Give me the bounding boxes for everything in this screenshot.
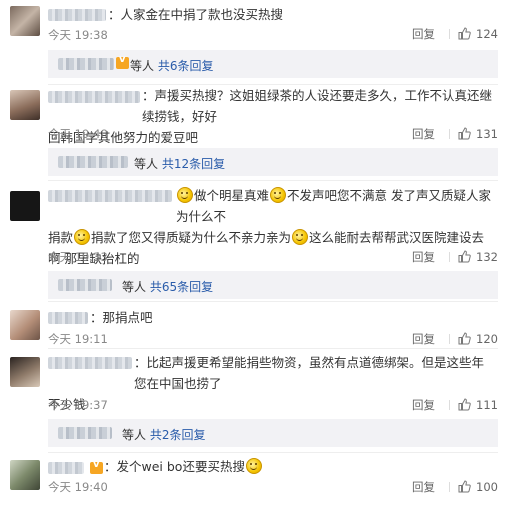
smile-emoji-icon (270, 187, 287, 203)
comment-text-line-1: ：声援买热搜？这姐姐绿茶的人设还要走多久，工作不认真还继续捞钱，好好 (142, 88, 493, 124)
divider (449, 129, 451, 139)
like-button[interactable]: 131 (458, 127, 498, 141)
avatar[interactable] (10, 460, 40, 490)
comment-text-line-1: ：比起声援更希望能捐些物资，虽然有点道德绑架。但是这些年您在中国也捞了 (134, 355, 485, 391)
avatar[interactable] (10, 6, 40, 36)
like-count: 124 (476, 27, 498, 41)
comment-text-line-1: 做个明星真难 不发声吧您不满意 发了声又质疑人家为什么不 (176, 187, 491, 224)
reply-button[interactable]: 回复 (412, 127, 435, 141)
comment-time: 今天 19:38 (48, 28, 108, 42)
thumbs-up-icon (458, 332, 471, 345)
like-button[interactable]: 120 (458, 332, 498, 346)
comment-actions: 回复 132 (412, 249, 498, 265)
reply-button[interactable]: 回复 (412, 27, 435, 41)
comment-time: 今天 19:37 (48, 398, 108, 412)
avatar[interactable] (10, 357, 40, 387)
comment-actions: 回复 131 (412, 126, 498, 142)
comment-divider (48, 301, 498, 302)
reply-usernames-blurred (58, 156, 128, 168)
like-count: 120 (476, 332, 498, 346)
reply-summary-label: 等人 共65条回复 (122, 280, 214, 294)
comment-time: 今天 19:33 (48, 250, 108, 264)
divider (449, 29, 451, 39)
thumbs-up-icon (458, 480, 471, 493)
like-button[interactable]: 111 (458, 398, 498, 412)
comment-divider (48, 348, 498, 349)
comment-time: 今天 19:11 (48, 332, 108, 346)
like-count: 100 (476, 480, 498, 494)
comment-divider (48, 180, 498, 181)
avatar[interactable] (10, 191, 40, 221)
comment-time: 今天 19:40 (48, 480, 108, 494)
reply-summary[interactable]: 等人 共2条回复 (48, 419, 498, 447)
thumbs-up-icon (458, 250, 471, 263)
reply-usernames-blurred (58, 279, 112, 291)
comment-time: 今天 19:48 (48, 127, 108, 141)
comment-divider (48, 452, 498, 453)
reply-button[interactable]: 回复 (412, 250, 435, 264)
avatar[interactable] (10, 90, 40, 120)
comment-actions: 回复 100 (412, 479, 498, 495)
reply-button[interactable]: 回复 (412, 398, 435, 412)
reply-count-link[interactable]: 共2条回复 (150, 428, 206, 442)
like-count: 111 (476, 398, 498, 412)
reply-usernames-blurred (58, 427, 112, 439)
like-button[interactable]: 124 (458, 27, 498, 41)
thumbs-up-icon (458, 127, 471, 140)
reply-summary-label: 等人 共12条回复 (134, 157, 226, 171)
comment-text: ：那捐点吧 (90, 310, 153, 325)
like-button[interactable]: 100 (458, 480, 498, 494)
reply-summary[interactable]: 等人 共12条回复 (48, 148, 498, 176)
thumbs-up-icon (458, 398, 471, 411)
comment-text: ：发个wei bo还要买热搜 (104, 456, 496, 477)
reply-usernames-blurred (58, 58, 114, 70)
smile-emoji-icon (74, 229, 91, 245)
divider (449, 400, 451, 410)
comment-actions: 回复 124 (412, 26, 498, 42)
smile-emoji-icon (292, 229, 309, 245)
comment-actions: 回复 111 (412, 397, 498, 413)
thumbs-up-icon (458, 27, 471, 40)
username-blurred[interactable] (48, 462, 84, 474)
vip-badge-icon (90, 459, 103, 474)
avatar[interactable] (10, 310, 40, 340)
laughing-emoji-icon (245, 458, 262, 474)
reply-count-link[interactable]: 共6条回复 (158, 59, 214, 73)
username-blurred[interactable] (48, 9, 106, 21)
username-blurred[interactable] (48, 312, 88, 324)
reply-summary[interactable]: 等人 共65条回复 (48, 271, 498, 299)
comment-actions: 回复 120 (412, 331, 498, 347)
divider (449, 482, 451, 492)
comment-text: ：人家金在中捐了款也没买热搜 (108, 7, 284, 22)
reply-summary-label: 等人 共2条回复 (122, 428, 206, 442)
reply-count-link[interactable]: 共65条回复 (150, 280, 213, 294)
divider (449, 252, 451, 262)
vip-badge-icon (116, 54, 129, 69)
like-button[interactable]: 132 (458, 250, 498, 264)
like-count: 132 (476, 250, 498, 264)
reply-count-link[interactable]: 共12条回复 (162, 157, 225, 171)
smile-emoji-icon (177, 187, 193, 203)
divider (449, 334, 451, 344)
reply-summary-label: 等人 共6条回复 (130, 59, 214, 73)
like-count: 131 (476, 127, 498, 141)
reply-button[interactable]: 回复 (412, 480, 435, 494)
reply-button[interactable]: 回复 (412, 332, 435, 346)
reply-summary[interactable]: 等人 共6条回复 (48, 50, 498, 78)
